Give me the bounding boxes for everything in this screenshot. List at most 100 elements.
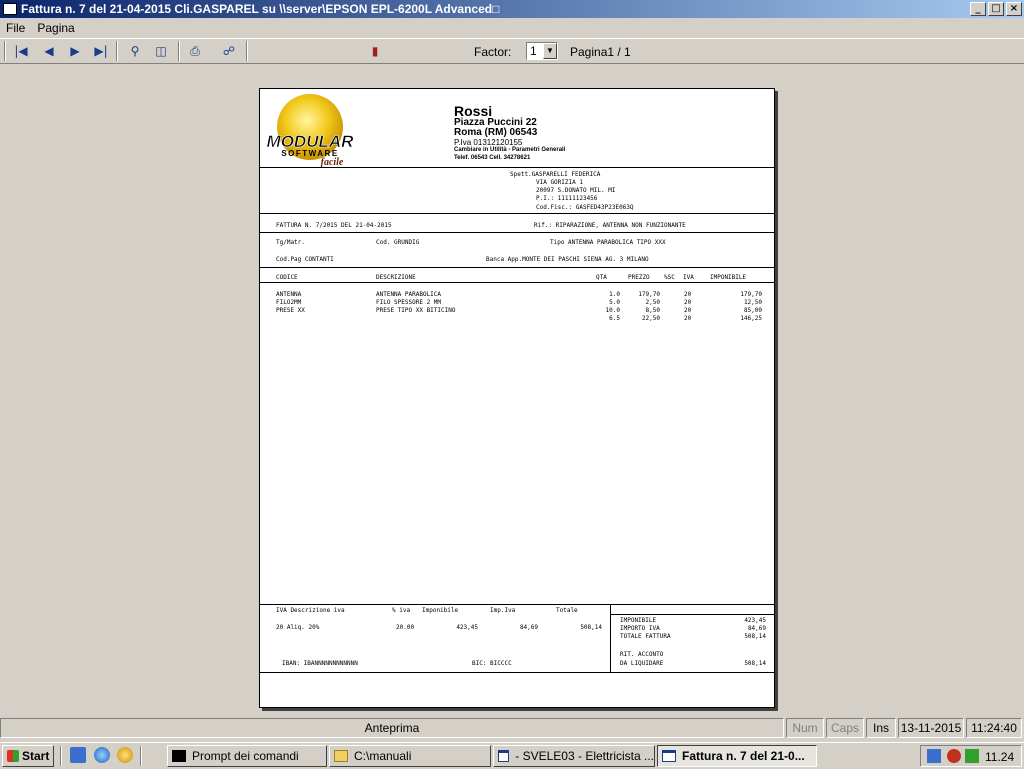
last-page-icon[interactable]: ▶|	[90, 42, 112, 60]
toolbar-separator	[178, 41, 180, 61]
task-label: Fattura n. 7 del 21-0...	[682, 749, 805, 763]
vat-rate: 20 Aliq. 20%	[276, 624, 320, 631]
task-command-prompt[interactable]: Prompt dei comandi	[167, 745, 327, 767]
status-ins: Ins	[866, 718, 896, 738]
row-descrizione: FILO SPESSORE 2 MM	[376, 299, 442, 306]
status-time: 11:24:40	[966, 718, 1022, 738]
row-qta: 10.0	[605, 307, 620, 314]
invoice-reference: Rif.: RIPARAZIONE, ANTENNA NON FUNZIONAN…	[534, 222, 686, 229]
taskbar-separator	[60, 746, 62, 766]
window-app-icon	[498, 750, 510, 762]
col-codice: CODICE	[276, 274, 298, 281]
factor-select[interactable]: 1 ▼	[526, 42, 558, 60]
row-imponibile: 12,50	[743, 299, 762, 306]
col-descrizione: DESCRIZIONE	[376, 274, 416, 281]
windows-logo-icon	[7, 750, 19, 762]
col-sconto: %SC	[664, 274, 675, 281]
divider	[260, 213, 774, 214]
chevron-down-icon[interactable]: ▼	[543, 43, 557, 59]
vat-taxable: 423,45	[456, 624, 478, 631]
row-prezzo: 8,50	[645, 307, 660, 314]
col-imponibile: IMPONIBILE	[710, 274, 747, 281]
row-descrizione: ANTENNA PARABOLICA	[376, 291, 442, 298]
col-qta: QTA	[596, 274, 607, 281]
folder-icon	[334, 750, 348, 762]
company-vat: P.Iva 01312120155	[454, 138, 523, 147]
divider	[260, 282, 774, 283]
prev-page-icon[interactable]: ◀	[38, 42, 60, 60]
maximize-button[interactable]: □	[988, 2, 1004, 16]
close-button[interactable]: ×	[1006, 2, 1022, 16]
window-title: Fattura n. 7 del 21-04-2015 Cli.GASPAREL…	[21, 2, 500, 16]
row-imponibile: 146,25	[740, 315, 762, 322]
next-page-icon[interactable]: ▶	[64, 42, 86, 60]
modular-software-logo: MODULAR SOFTWARE facile	[266, 94, 354, 168]
menu-pagina[interactable]: Pagina	[31, 21, 80, 35]
payment-code: Cod.Pag CONTANTI	[276, 256, 334, 263]
first-page-icon[interactable]: |◀	[10, 42, 32, 60]
vat-amount-header: Imp.Iva	[490, 607, 516, 614]
row-iva: 20	[684, 307, 692, 314]
row-iva: 20	[684, 299, 692, 306]
client-name: Spett.GASPARELLI FEDERICA	[510, 171, 601, 178]
system-tray: 11.24	[920, 745, 1022, 767]
task-label: C:\manuali	[354, 749, 412, 763]
export-icon[interactable]: ☍	[218, 42, 240, 60]
minimize-button[interactable]: _	[970, 2, 986, 16]
row-codice: FILO2MM	[276, 299, 302, 306]
vat-desc-header: IVA Descrizione iva	[276, 607, 345, 614]
network-icon[interactable]	[927, 749, 941, 763]
status-caps: Caps	[826, 718, 864, 738]
col-iva: IVA	[683, 274, 694, 281]
client-city: 20097 S.DONATO MIL. MI	[536, 187, 616, 194]
update-icon[interactable]	[965, 749, 979, 763]
task-fattura[interactable]: Fattura n. 7 del 21-0...	[657, 745, 817, 767]
divider	[260, 267, 774, 268]
row-prezzo: 22,50	[641, 315, 660, 322]
factor-label: Factor:	[474, 45, 512, 59]
media-player-icon[interactable]	[117, 747, 133, 763]
invoice-total: 508,14	[744, 633, 766, 640]
show-desktop-icon[interactable]	[70, 747, 86, 763]
title-bar: Fattura n. 7 del 21-04-2015 Cli.GASPAREL…	[0, 0, 1024, 18]
task-folder-manuali[interactable]: C:\manuali	[329, 745, 491, 767]
row-prezzo: 179,70	[638, 291, 660, 298]
print-icon[interactable]: ⎙	[184, 42, 206, 60]
task-label: - SVELE03 - Elettricista ...	[515, 749, 654, 763]
company-phone: Telef. 06543 Cell. 34278621	[454, 155, 531, 161]
divider	[260, 232, 774, 233]
toolbar: |◀ ◀ ▶ ▶| ⚲ ◫ ⎙ ☍ ▮ Factor: 1 ▼ Pagina1 …	[0, 38, 1024, 64]
item-type: Tipo ANTENNA PARABOLICA TIPO XXX	[550, 239, 666, 246]
divider	[260, 672, 774, 673]
status-bar: Anteprima Num Caps Ins 13-11-2015 11:24:…	[0, 716, 1024, 740]
vat-amount: 84,69	[519, 624, 538, 631]
total-taxable: 423,45	[744, 617, 766, 624]
brand-code: Cod. GRUNDIG	[376, 239, 420, 246]
task-svele03[interactable]: - SVELE03 - Elettricista ...	[493, 745, 655, 767]
start-button[interactable]: Start	[2, 745, 54, 767]
bank-info: Banca App.MONTE DEI PASCHI SIENA AG. 3 M…	[486, 256, 649, 263]
zoom-icon[interactable]: ⚲	[124, 42, 146, 60]
company-city: Roma (RM) 06543	[454, 127, 538, 138]
total-vat-label: IMPORTO IVA	[620, 625, 660, 632]
total-taxable-label: IMPONIBILE	[620, 617, 657, 624]
window-app-icon	[662, 750, 676, 762]
client-fiscal-code: Cod.Fisc.: GASFED43P23E063Q	[536, 204, 634, 211]
company-note: Cambiare in Utilità - Parametri Generali	[454, 147, 566, 153]
divider	[610, 614, 774, 615]
page-indicator: Pagina1 / 1	[570, 45, 631, 59]
menu-file[interactable]: File	[0, 21, 31, 35]
exit-door-icon[interactable]: ▮	[364, 42, 386, 60]
taskbar: Start Prompt dei comandi C:\manuali - SV…	[0, 742, 1024, 769]
internet-explorer-icon[interactable]	[94, 747, 110, 763]
client-vat: P.I.: 11111123456	[536, 195, 598, 202]
tray-clock: 11.24	[985, 750, 1015, 764]
window-icon[interactable]	[3, 3, 17, 15]
status-mode: Anteprima	[0, 718, 784, 738]
two-pages-icon[interactable]: ◫	[150, 42, 172, 60]
withholding-label: RIT. ACCONTO	[620, 651, 664, 658]
security-icon[interactable]	[947, 749, 961, 763]
toolbar-separator	[246, 41, 248, 61]
taskbar-separator	[140, 746, 142, 766]
row-qta: 5.0	[609, 299, 620, 306]
